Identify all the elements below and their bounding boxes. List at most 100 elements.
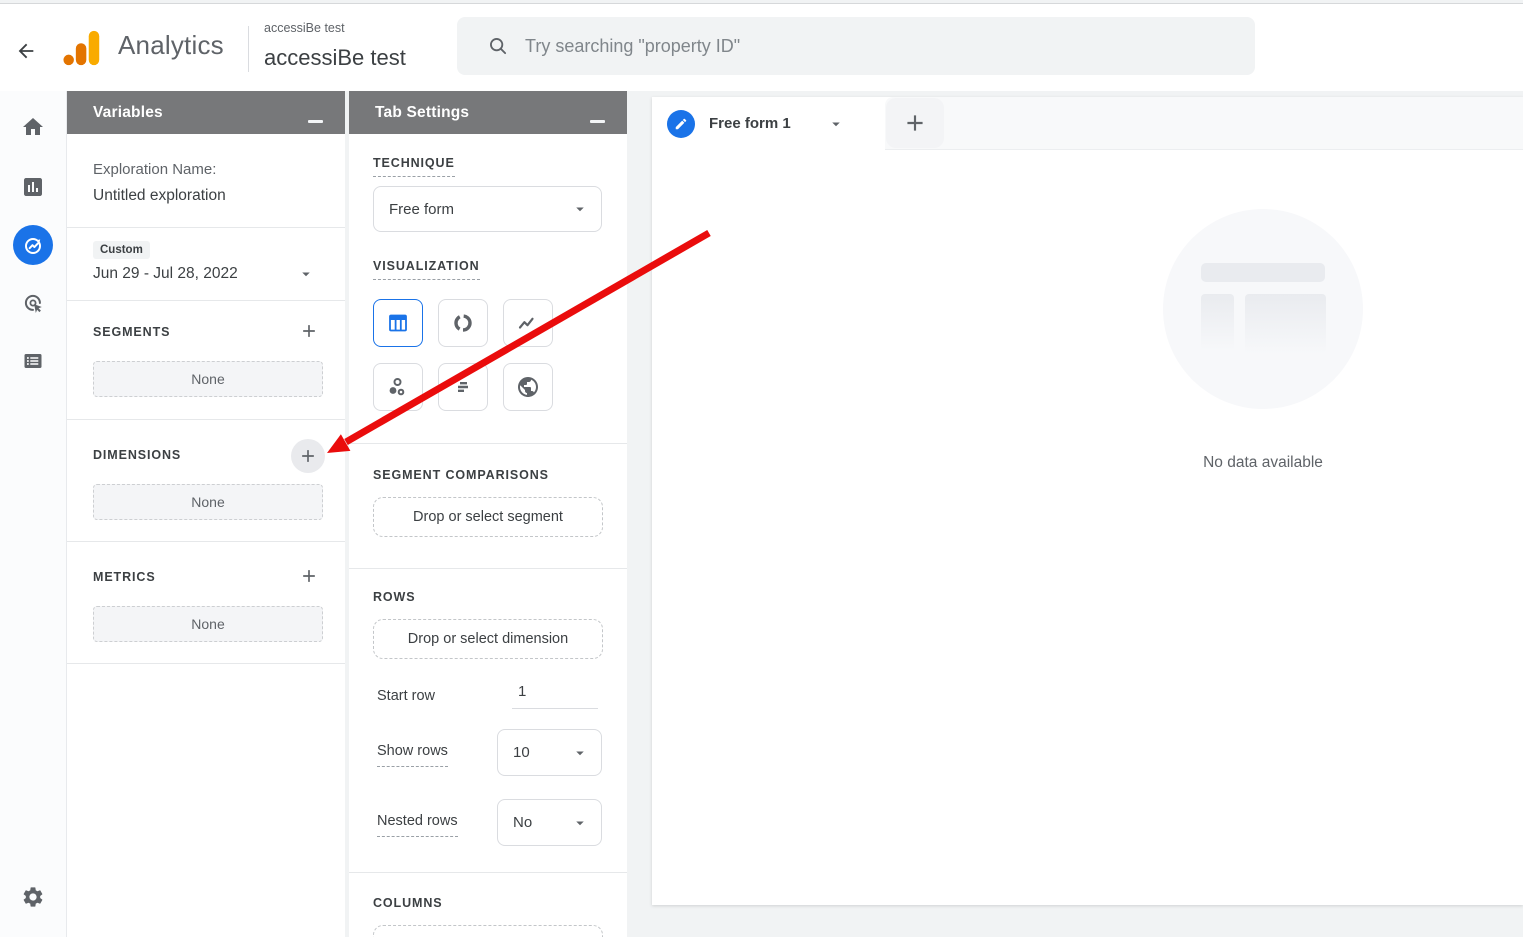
rows-label: ROWS — [373, 590, 416, 604]
nav-rail — [0, 91, 67, 937]
divider — [67, 300, 345, 301]
columns-drop-zone[interactable] — [373, 925, 603, 937]
plus-icon — [298, 446, 318, 466]
search-icon — [487, 35, 509, 57]
viz-donut-button[interactable] — [438, 299, 488, 347]
explore-icon — [21, 233, 45, 257]
viz-table-button[interactable] — [373, 299, 423, 347]
dimensions-drop-zone[interactable]: None — [93, 484, 323, 520]
tab-settings-panel-header: Tab Settings — [349, 91, 627, 134]
variables-panel: Variables Exploration Name: Untitled exp… — [67, 91, 347, 937]
start-row-input[interactable]: 1 — [512, 683, 598, 709]
divider — [67, 541, 345, 542]
rows-drop-text: Drop or select dimension — [408, 631, 568, 647]
divider — [67, 663, 345, 664]
nested-rows-value: No — [498, 814, 571, 831]
tab-settings-panel: Tab Settings TECHNIQUE Free form VISUALI… — [349, 91, 627, 937]
scatter-chart-icon — [386, 375, 410, 399]
segments-add-button[interactable] — [297, 319, 321, 343]
nested-rows-dropdown[interactable]: No — [497, 799, 602, 846]
dimensions-add-button[interactable] — [291, 439, 325, 473]
tab-settings-title: Tab Settings — [375, 104, 469, 122]
nav-home[interactable] — [13, 107, 53, 147]
minimize-tab-settings-icon[interactable] — [590, 120, 605, 123]
chevron-down-icon — [571, 814, 589, 832]
edit-tab-badge[interactable] — [667, 110, 695, 138]
plus-icon — [299, 321, 319, 341]
app-header: Analytics accessiBe test accessiBe test — [0, 4, 1523, 91]
chevron-down-icon — [571, 744, 589, 762]
start-row-label: Start row — [377, 688, 435, 704]
segment-comparisons-drop-zone[interactable]: Drop or select segment — [373, 497, 603, 537]
placeholder-table-cell-right — [1245, 294, 1326, 354]
metrics-label: METRICS — [93, 570, 156, 584]
viz-geo-button[interactable] — [503, 363, 553, 411]
divider — [349, 872, 627, 873]
date-range-caret-icon[interactable] — [297, 265, 315, 283]
tab-free-form-1[interactable]: Free form 1 — [652, 97, 885, 150]
technique-dropdown[interactable]: Free form — [373, 186, 602, 232]
settings-gear-icon — [21, 885, 45, 909]
exploration-name-value[interactable]: Untitled exploration — [93, 187, 226, 205]
donut-chart-icon — [451, 311, 475, 335]
product-name: Analytics — [118, 30, 224, 61]
dimensions-none-text: None — [191, 494, 224, 510]
metrics-none-text: None — [191, 616, 224, 632]
nav-library[interactable] — [13, 341, 53, 381]
nav-explore-active[interactable] — [13, 225, 53, 265]
library-icon — [21, 349, 45, 373]
geo-map-icon — [516, 375, 540, 399]
divider — [67, 227, 345, 228]
property-selector[interactable]: accessiBe test — [264, 45, 406, 71]
exploration-canvas: Free form 1 No data available — [652, 97, 1523, 905]
arrow-back-icon — [15, 40, 37, 62]
search-input[interactable] — [525, 36, 1125, 57]
placeholder-table-header — [1201, 263, 1325, 282]
metrics-drop-zone[interactable]: None — [93, 606, 323, 642]
segments-drop-zone[interactable]: None — [93, 361, 323, 397]
global-search[interactable] — [457, 17, 1255, 75]
tab-menu-caret-icon[interactable] — [827, 115, 845, 133]
date-range-badge: Custom — [93, 241, 150, 259]
technique-value: Free form — [374, 201, 571, 218]
home-icon — [21, 115, 45, 139]
nav-settings[interactable] — [13, 877, 53, 917]
segment-comparisons-label: SEGMENT COMPARISONS — [373, 468, 549, 482]
active-nav-bubble — [13, 225, 53, 265]
variables-panel-header: Variables — [67, 91, 345, 134]
nav-advertising[interactable] — [13, 283, 53, 323]
dimensions-label: DIMENSIONS — [93, 448, 181, 462]
variables-title: Variables — [93, 104, 163, 122]
tab-title: Free form 1 — [709, 115, 791, 132]
divider — [349, 568, 627, 569]
show-rows-label: Show rows — [377, 743, 448, 767]
add-tab-button[interactable] — [886, 98, 944, 148]
show-rows-value: 10 — [498, 744, 571, 761]
tab-strip — [885, 97, 1523, 150]
segment-drop-text: Drop or select segment — [413, 509, 563, 525]
bar-chart-icon — [451, 375, 475, 399]
minimize-variables-icon[interactable] — [308, 120, 323, 123]
advertising-icon — [21, 291, 45, 315]
nested-rows-label: Nested rows — [377, 813, 458, 837]
date-range-value[interactable]: Jun 29 - Jul 28, 2022 — [93, 265, 238, 283]
rows-drop-zone[interactable]: Drop or select dimension — [373, 619, 603, 659]
no-data-message: No data available — [1113, 454, 1413, 472]
divider — [349, 443, 627, 444]
chevron-down-icon — [571, 200, 589, 218]
placeholder-table-cell-left — [1201, 294, 1234, 351]
reports-icon — [21, 175, 45, 199]
back-button[interactable] — [8, 33, 44, 69]
metrics-add-button[interactable] — [297, 564, 321, 588]
google-analytics-logo-icon — [62, 26, 104, 70]
nav-reports[interactable] — [13, 167, 53, 207]
plus-icon — [299, 566, 319, 586]
viz-bar-button[interactable] — [438, 363, 488, 411]
account-name: accessiBe test — [264, 21, 345, 35]
header-divider — [248, 26, 249, 72]
viz-scatter-button[interactable] — [373, 363, 423, 411]
viz-line-button[interactable] — [503, 299, 553, 347]
line-chart-icon — [516, 311, 540, 335]
exploration-name-label: Exploration Name: — [93, 161, 216, 178]
show-rows-dropdown[interactable]: 10 — [497, 729, 602, 776]
